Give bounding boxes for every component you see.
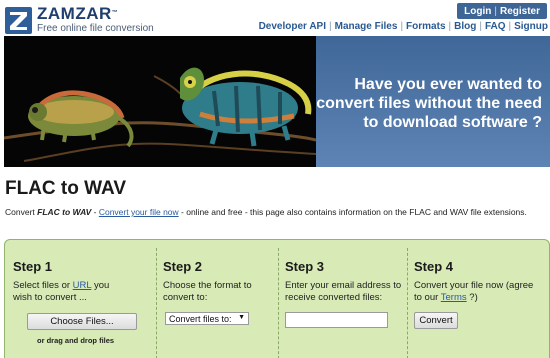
register-link[interactable]: Register (500, 6, 540, 17)
step-2: Step 2 Choose the format to convert to: … (163, 240, 278, 358)
step-3-instructions: Enter your email address to receive conv… (285, 280, 407, 304)
nav-manage-files[interactable]: Manage Files (335, 21, 398, 32)
brand-tagline: Free online file conversion (37, 23, 154, 34)
zamzar-logo-icon (5, 6, 32, 34)
url-link[interactable]: URL (73, 280, 92, 291)
step-2-heading: Step 2 (163, 259, 203, 274)
step-4: Step 4 Convert your file now (agree to o… (414, 240, 546, 358)
step-divider (156, 248, 157, 358)
convert-now-link[interactable]: Convert your file now (99, 207, 179, 217)
nav-signup[interactable]: Signup (514, 21, 548, 32)
page-title: FLAC to WAV (5, 178, 127, 199)
format-select-value: Convert files to: (169, 313, 232, 324)
intro-prefix: Convert (5, 207, 38, 217)
nav-separator: | (508, 21, 512, 32)
auth-separator: | (494, 5, 497, 17)
step-4-line-2-before: to our (414, 292, 441, 303)
intro-text: Convert FLAC to WAV - Convert your file … (5, 207, 527, 217)
nav-separator: | (400, 21, 404, 32)
step-divider (278, 248, 279, 358)
banner-line-3: to download software ? (363, 114, 542, 131)
step-divider (407, 248, 408, 358)
zamzar-logo[interactable]: ZAMZAR™ Free online file conversion (5, 5, 154, 35)
step-1-heading: Step 1 (13, 259, 53, 274)
nav-separator: | (329, 21, 332, 32)
step-2-instructions: Choose the format to convert to: (163, 280, 278, 304)
step-1-text-after: you (91, 280, 110, 291)
nav-blog[interactable]: Blog (454, 21, 476, 32)
choose-files-button[interactable]: Choose Files... (27, 313, 137, 330)
hero-banner: Have you ever wanted to convert files wi… (4, 36, 550, 167)
step-3-line-2: receive converted files: (285, 292, 383, 303)
brand-trademark: ™ (111, 10, 119, 16)
step-2-line-2: convert to: (163, 292, 208, 303)
banner-line-2: convert files without the need (316, 95, 542, 112)
top-nav: Developer API | Manage Files | Formats |… (259, 21, 548, 32)
step-3: Step 3 Enter your email address to recei… (285, 240, 407, 358)
banner-line-1: Have you ever wanted to (354, 76, 542, 93)
conversion-steps-panel: Step 1 Select files or URL you wish to c… (4, 239, 550, 358)
step-1-line-2: wish to convert ... (13, 292, 87, 303)
terms-link[interactable]: Terms (441, 292, 467, 303)
step-3-line-1: Enter your email address to (285, 280, 402, 291)
step-4-instructions: Convert your file now (agree to our Term… (414, 280, 546, 304)
chameleon-image (4, 36, 316, 167)
step-1-instructions: Select files or URL you wish to convert … (13, 280, 153, 304)
brand-name: ZAMZAR (37, 4, 112, 23)
step-2-line-1: Choose the format to (163, 280, 252, 291)
nav-faq[interactable]: FAQ (485, 21, 506, 32)
chevron-down-icon: ▼ (238, 314, 245, 321)
nav-separator: | (479, 21, 482, 32)
email-field[interactable] (285, 312, 388, 328)
step-3-heading: Step 3 (285, 259, 325, 274)
auth-bar: Login | Register (457, 3, 547, 19)
nav-formats[interactable]: Formats (406, 21, 445, 32)
intro-suffix: - online and free - this page also conta… (178, 207, 527, 217)
drag-drop-hint: or drag and drop files (37, 336, 115, 345)
nav-developer-api[interactable]: Developer API (259, 21, 326, 32)
step-4-line-2-after: ?) (466, 292, 478, 303)
format-select[interactable]: Convert files to: ▼ (165, 312, 249, 325)
banner-message: Have you ever wanted to convert files wi… (302, 75, 542, 132)
intro-bold: FLAC to WAV (37, 207, 92, 217)
nav-separator: | (448, 21, 452, 32)
convert-button[interactable]: Convert (414, 312, 458, 329)
site-header: ZAMZAR™ Free online file conversion Logi… (0, 0, 550, 36)
login-link[interactable]: Login (464, 6, 491, 17)
step-4-heading: Step 4 (414, 259, 454, 274)
step-1-text-before: Select files or (13, 280, 73, 291)
step-1: Step 1 Select files or URL you wish to c… (13, 240, 153, 358)
step-4-line-1: Convert your file now (agree (414, 280, 534, 291)
intro-dash: - (91, 207, 99, 217)
